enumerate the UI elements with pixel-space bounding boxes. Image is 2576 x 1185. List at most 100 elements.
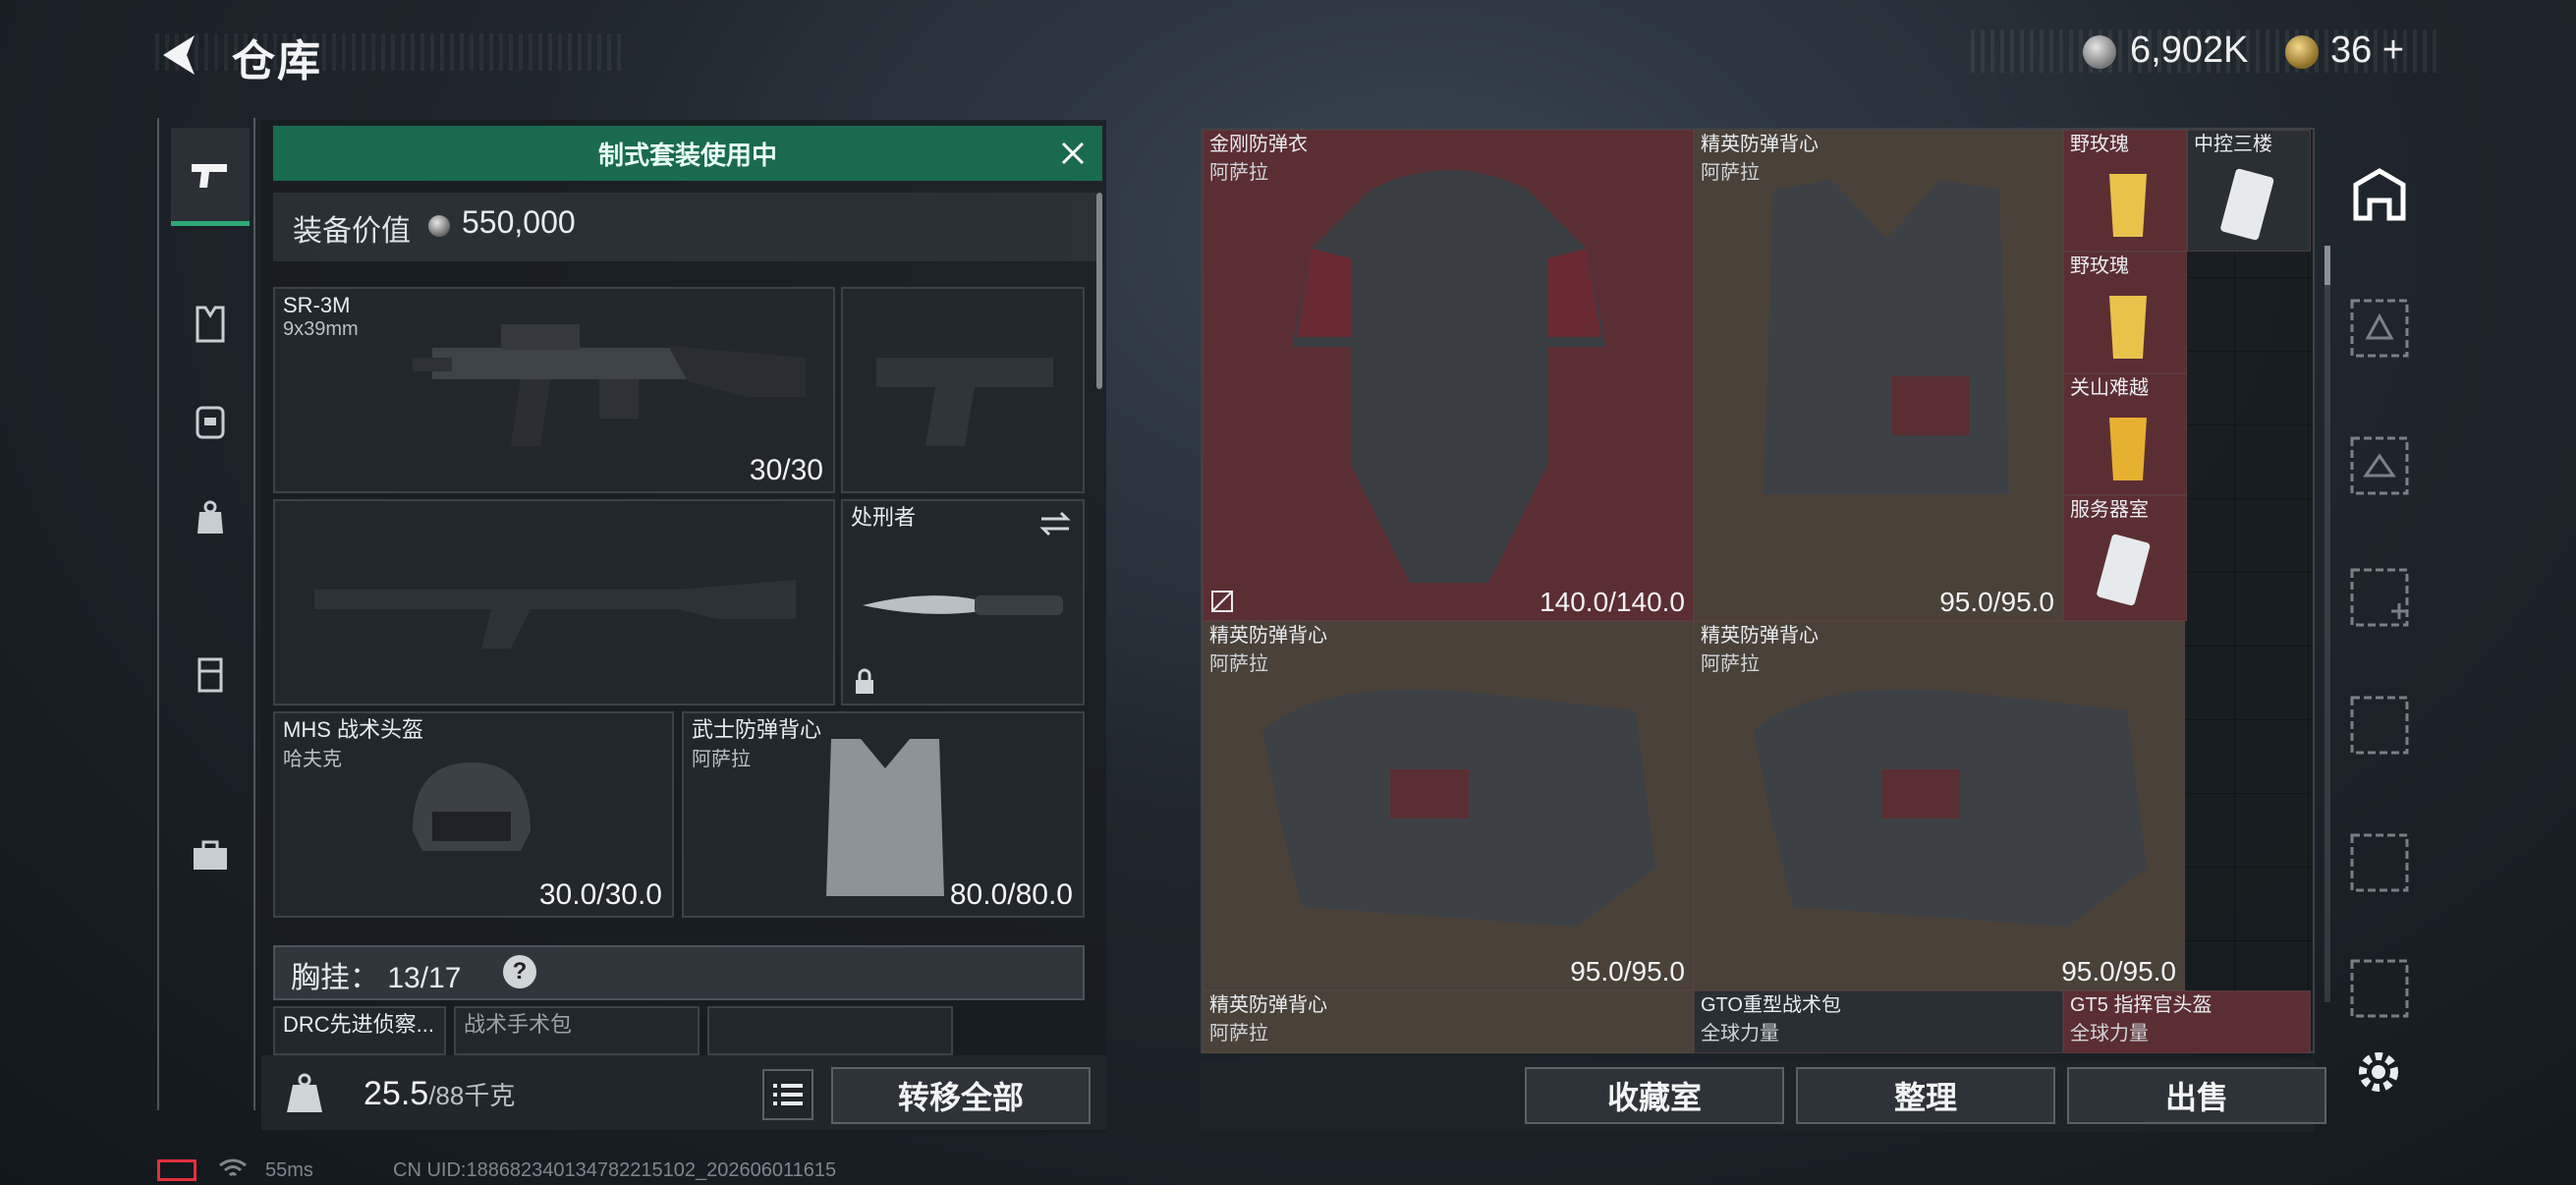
stash-item[interactable]: 精英防弹背心 阿萨拉 95.0/95.0: [1694, 621, 2185, 990]
keycard-icon: [2220, 168, 2274, 241]
stash-item[interactable]: 精英防弹背心 阿萨拉: [1203, 990, 1694, 1053]
vest-image: [826, 739, 944, 896]
stash-item[interactable]: GT5 指挥官头盔 全球力量: [2063, 990, 2311, 1053]
item-name: 精英防弹背心: [1701, 625, 1819, 647]
stash-page-icon[interactable]: [2338, 424, 2421, 507]
slot-melee[interactable]: 处刑者: [841, 499, 1085, 705]
carry-weight-current: 25.5: [364, 1075, 429, 1112]
stash-item[interactable]: 野玫瑰: [2063, 252, 2187, 373]
collection-room-button[interactable]: 收藏室: [1525, 1067, 1784, 1124]
item-name: GTO重型战术包: [1701, 994, 1841, 1016]
battery-icon: [157, 1159, 196, 1181]
silver-balance: 6,902K: [2130, 29, 2249, 71]
stash-item[interactable]: 野玫瑰: [2063, 130, 2187, 252]
vest-image: [1754, 689, 2147, 927]
rail-tab-weapons[interactable]: [171, 128, 250, 226]
stash-item[interactable]: 精英防弹背心 阿萨拉 95.0/95.0: [1694, 130, 2063, 621]
category-rail: [157, 118, 255, 1110]
stash-item[interactable]: 服务器室: [2063, 495, 2187, 621]
help-button[interactable]: ?: [503, 955, 536, 988]
item-brand: 全球力量: [2070, 1023, 2149, 1044]
backpack-icon: [196, 406, 225, 439]
rail-tab-bag[interactable]: [171, 468, 250, 566]
item-name: GT5 指挥官头盔: [2070, 994, 2212, 1016]
vest-image: [1262, 689, 1655, 927]
case-icon: [197, 657, 223, 693]
stash-page-all[interactable]: [2344, 159, 2415, 230]
stash-scrollbar-thumb[interactable]: [2324, 246, 2330, 285]
carry-weight: 25.5/88千克: [364, 1075, 515, 1113]
helmet-durability: 30.0/30.0: [538, 878, 662, 911]
stash-item[interactable]: GTO重型战术包 全球力量: [1694, 990, 2063, 1053]
armor-image: [1292, 170, 1606, 583]
item-name: 精英防弹背心: [1209, 625, 1327, 647]
stash-item[interactable]: 金刚防弹衣 阿萨拉 140.0/140.0: [1203, 130, 1694, 621]
warehouse-icon: [2353, 168, 2406, 221]
stash-expand-icon[interactable]: [2338, 556, 2421, 639]
swap-icon[interactable]: [1037, 509, 1073, 538]
equipment-value: 550,000: [462, 204, 576, 240]
rail-tab-armor[interactable]: [171, 275, 250, 373]
stash-page-icon[interactable]: [2338, 947, 2421, 1030]
list-icon: [773, 1084, 803, 1105]
rail-tab-container[interactable]: [171, 625, 250, 723]
user-uid: CN UID:18868234013478221510​2_2026060116…: [393, 1159, 837, 1181]
chest-rig-item[interactable]: 战术手术包: [454, 1006, 700, 1055]
slot-primary-weapon[interactable]: SR-3M 9x39mm 30/30: [273, 287, 835, 493]
keycard-icon: [2097, 534, 2151, 606]
item-name: 精英防弹背心: [1209, 994, 1327, 1016]
silver-coin-icon: [428, 215, 450, 237]
chest-rig-item-name: 战术手术包: [464, 1012, 573, 1037]
page-title: 仓库: [232, 37, 322, 85]
back-arrow-icon[interactable]: [155, 29, 202, 81]
stash-item[interactable]: 精英防弹背心 阿萨拉 95.0/95.0: [1203, 621, 1694, 990]
chest-rig-item[interactable]: DRC先进侦察...: [273, 1006, 446, 1055]
ammo-count: 30/30: [749, 454, 823, 486]
slot-helmet[interactable]: MHS 战术头盔 哈夫克 30.0/30.0: [273, 711, 674, 918]
item-name: 野玫瑰: [2070, 134, 2129, 155]
organize-button[interactable]: 整理: [1796, 1067, 2055, 1124]
drink-icon: [2109, 296, 2147, 359]
bag-icon: [197, 500, 223, 534]
transfer-all-button[interactable]: 转移全部: [831, 1067, 1091, 1124]
wifi-icon: [219, 1158, 247, 1177]
drink-icon: [2109, 174, 2147, 237]
vest-image: [1764, 180, 2009, 494]
list-view-button[interactable]: [762, 1069, 813, 1120]
vest-icon: [196, 306, 225, 343]
gear-icon[interactable]: [2352, 1045, 2405, 1099]
rail-tab-toolbox[interactable]: [171, 806, 250, 904]
stash-item[interactable]: 中控三楼: [2187, 130, 2311, 252]
stash-page-icon[interactable]: [2338, 821, 2421, 904]
armor-brand: 阿萨拉: [692, 749, 751, 770]
sell-button[interactable]: 出售: [2067, 1067, 2326, 1124]
chest-rig-item-name: DRC先进侦察...: [283, 1012, 435, 1037]
preset-banner-text: 制式套装使用中: [597, 140, 777, 170]
drink-icon: [2109, 418, 2147, 480]
loadout-scrollbar[interactable]: [1096, 193, 1102, 389]
close-icon[interactable]: [1055, 136, 1091, 171]
gold-balance[interactable]: 36 +: [2330, 29, 2404, 72]
pistol-icon: [192, 163, 227, 188]
item-durability: 95.0/95.0: [1939, 587, 2054, 617]
gold-coin-icon: [2285, 35, 2319, 69]
gold-balance-value: 36: [2330, 29, 2373, 71]
rifle-image: [413, 324, 806, 446]
stash-page-icon[interactable]: [2338, 287, 2421, 369]
stash-page-icon[interactable]: [2338, 684, 2421, 766]
slot-secondary-weapon-empty[interactable]: [273, 499, 835, 705]
stash-scrollbar[interactable]: [2324, 246, 2330, 1002]
chest-rig-slot-empty[interactable]: [707, 1006, 953, 1055]
item-brand: 阿萨拉: [1209, 1023, 1268, 1044]
item-name: 野玫瑰: [2070, 255, 2129, 277]
helmet-brand: 哈夫克: [283, 749, 342, 770]
slot-sidearm-empty[interactable]: [841, 287, 1085, 493]
slot-body-armor[interactable]: 武士防弹背心 阿萨拉 80.0/80.0: [682, 711, 1085, 918]
preset-banner: 制式套装使用中: [273, 126, 1102, 181]
ping: 55ms: [265, 1159, 313, 1181]
stash-grid: 金刚防弹衣 阿萨拉 140.0/140.0 精英防弹背心 阿萨拉 95.0/95…: [1201, 128, 2315, 1053]
gold-add-button[interactable]: +: [2382, 29, 2404, 71]
rail-tab-backpack[interactable]: [171, 371, 250, 470]
stash-item[interactable]: 关山难越: [2063, 373, 2187, 495]
knife-image: [863, 595, 1063, 615]
